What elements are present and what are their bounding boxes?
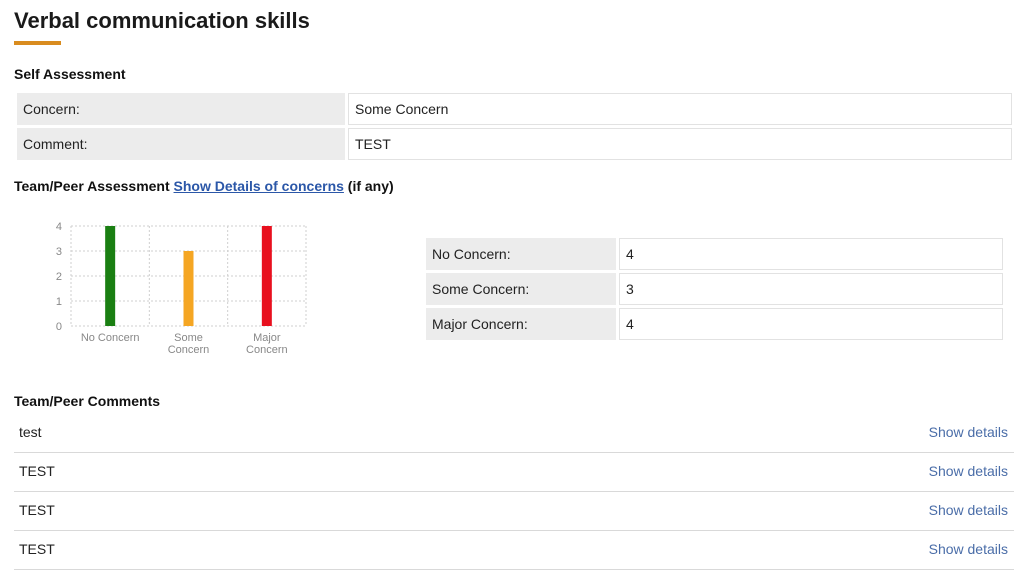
- concern-value: Some Concern: [348, 93, 1012, 125]
- major-concern-label: Major Concern:: [426, 308, 616, 340]
- y-tick-label: 1: [56, 296, 62, 308]
- some-concern-label: Some Concern:: [426, 273, 616, 305]
- y-tick-label: 4: [56, 221, 62, 233]
- comment-text: TEST: [19, 502, 55, 518]
- y-tick-label: 0: [56, 321, 62, 333]
- self-assessment-heading: Self Assessment: [14, 66, 126, 82]
- comment-row: TEST Show details: [14, 453, 1014, 492]
- bar-3: [261, 226, 272, 326]
- comment-label: Comment:: [17, 128, 345, 160]
- show-details-link[interactable]: Show details: [929, 424, 1008, 440]
- team-assessment-table: No Concern: 4 Some Concern: 3 Major Conc…: [423, 235, 1006, 343]
- bar-2: [183, 251, 194, 326]
- comment-text: TEST: [19, 541, 55, 557]
- x-tick-label: No Concern: [81, 332, 140, 344]
- title-underline: [14, 41, 61, 45]
- page-title: Verbal communication skills: [14, 8, 310, 33]
- y-tick-label: 2: [56, 271, 62, 283]
- team-assessment-suffix: (if any): [347, 178, 394, 194]
- some-concern-value: 3: [619, 273, 1003, 305]
- comment-row: test Show details: [14, 414, 1014, 453]
- comment-text: test: [19, 424, 42, 440]
- team-assessment-row: No Concern: 4: [426, 238, 1003, 270]
- x-tick-label: Some Concern: [168, 332, 210, 356]
- no-concern-label: No Concern:: [426, 238, 616, 270]
- team-assessment-title: Team/Peer Assessment: [14, 178, 170, 194]
- self-assessment-table: Concern: Some Concern Comment: TEST: [14, 90, 1015, 163]
- show-details-link[interactable]: Show details: [929, 502, 1008, 518]
- comment-value: TEST: [348, 128, 1012, 160]
- concern-bar-chart: 0 1 2 3 4 No Concern Some Concern Major Concern: [56, 221, 307, 356]
- team-comments-heading: Team/Peer Comments: [14, 393, 161, 409]
- y-tick-label: 3: [56, 246, 62, 258]
- show-concern-details-link[interactable]: Show Details of concerns: [174, 178, 344, 194]
- team-assessment-heading: Team/Peer Assessment Show Details of con…: [14, 178, 394, 194]
- show-details-link[interactable]: Show details: [929, 541, 1008, 557]
- bar-1: [105, 226, 116, 326]
- comment-row: TEST Show details: [14, 531, 1014, 570]
- concern-label: Concern:: [17, 93, 345, 125]
- comments-list: test Show details TEST Show details TEST…: [14, 414, 1014, 570]
- self-assessment-row: Concern: Some Concern: [17, 93, 1012, 125]
- comment-row: TEST Show details: [14, 492, 1014, 531]
- team-assessment-row: Major Concern: 4: [426, 308, 1003, 340]
- show-details-link[interactable]: Show details: [929, 463, 1008, 479]
- major-concern-value: 4: [619, 308, 1003, 340]
- no-concern-value: 4: [619, 238, 1003, 270]
- comment-text: TEST: [19, 463, 55, 479]
- self-assessment-row: Comment: TEST: [17, 128, 1012, 160]
- x-tick-label: Major Concern: [246, 332, 288, 356]
- team-assessment-row: Some Concern: 3: [426, 273, 1003, 305]
